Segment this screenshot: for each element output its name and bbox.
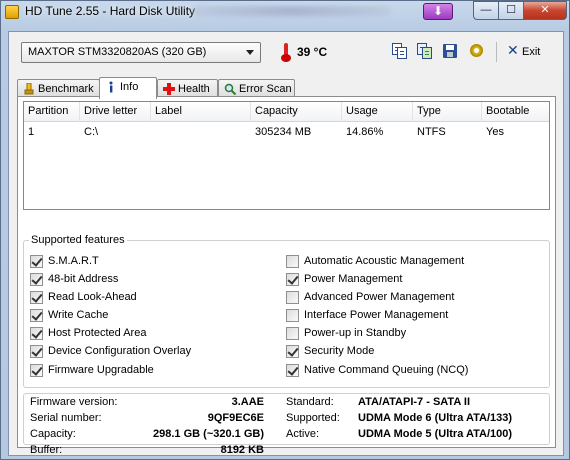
feature-label: Write Cache bbox=[48, 309, 109, 321]
partition-table[interactable]: Partition Drive letter Label Capacity Us… bbox=[23, 101, 550, 210]
info-icon bbox=[105, 81, 117, 93]
checkbox[interactable] bbox=[30, 309, 43, 322]
serial-label: Serial number: bbox=[30, 412, 102, 424]
title-bar[interactable]: HD Tune 2.55 - Hard Disk Utility ⬇ — ☐ ✕ bbox=[1, 1, 569, 23]
exit-button[interactable]: ✕ Exit bbox=[505, 42, 549, 62]
cell-type: NTFS bbox=[417, 126, 446, 138]
feature-label: Native Command Queuing (NCQ) bbox=[304, 364, 469, 376]
temperature-readout: 39 °C bbox=[297, 45, 328, 59]
column-capacity[interactable]: Capacity bbox=[251, 102, 342, 122]
checkbox[interactable] bbox=[286, 345, 299, 358]
client-area: MAXTOR STM3320820AS (320 GB) 39 °C ✕ Exi… bbox=[8, 31, 564, 456]
magnifier-icon bbox=[224, 83, 237, 96]
save-icon[interactable] bbox=[442, 43, 458, 59]
column-type[interactable]: Type bbox=[413, 102, 482, 122]
capacity-label: Capacity: bbox=[30, 428, 76, 440]
blurred-title-area bbox=[191, 6, 391, 16]
feature-label: Firmware Upgradable bbox=[48, 364, 154, 376]
column-partition[interactable]: Partition bbox=[24, 102, 80, 122]
buffer-label: Buffer: bbox=[30, 444, 63, 456]
feature-label: Power-up in Standby bbox=[304, 327, 407, 339]
tab-benchmark-label: Benchmark bbox=[38, 83, 94, 95]
maximize-button[interactable]: ☐ bbox=[498, 1, 524, 20]
exit-label: Exit bbox=[522, 46, 541, 58]
feature-label: Automatic Acoustic Management bbox=[304, 255, 465, 267]
feature-label: Host Protected Area bbox=[48, 327, 147, 339]
copy-text-icon[interactable] bbox=[392, 43, 408, 59]
active-label: Active: bbox=[286, 428, 320, 440]
thermometer-icon bbox=[281, 43, 291, 62]
supported-features-group: Supported features S.M.A.R.T 48-bit Addr… bbox=[23, 234, 550, 388]
app-icon bbox=[5, 5, 19, 19]
download-icon[interactable]: ⬇ bbox=[423, 3, 453, 20]
serial-value: 9QF9EC6E bbox=[207, 412, 264, 424]
capacity-value: 298.1 GB (~320.1 GB) bbox=[153, 428, 264, 440]
column-drive-letter[interactable]: Drive letter bbox=[80, 102, 151, 122]
checkbox[interactable] bbox=[286, 255, 299, 268]
checkbox[interactable] bbox=[30, 273, 43, 286]
feature-label: Advanced Power Management bbox=[304, 291, 455, 303]
checkbox[interactable] bbox=[286, 327, 299, 340]
cell-bootable: Yes bbox=[486, 126, 504, 138]
column-bootable[interactable]: Bootable bbox=[482, 102, 549, 122]
checkbox[interactable] bbox=[286, 309, 299, 322]
checkbox[interactable] bbox=[30, 327, 43, 340]
app-window: HD Tune 2.55 - Hard Disk Utility ⬇ — ☐ ✕… bbox=[0, 0, 570, 460]
checkbox[interactable] bbox=[30, 291, 43, 304]
active-value: UDMA Mode 5 (Ultra ATA/100) bbox=[358, 428, 513, 440]
tab-error-scan-label: Error Scan bbox=[239, 83, 292, 95]
supported-label: Supported: bbox=[286, 412, 340, 424]
benchmark-icon bbox=[23, 82, 35, 95]
cell-partition: 1 bbox=[28, 126, 35, 138]
tab-info-label: Info bbox=[120, 81, 139, 93]
drive-select-value: MAXTOR STM3320820AS (320 GB) bbox=[28, 46, 207, 58]
feature-label: 48-bit Address bbox=[48, 273, 119, 285]
chevron-down-icon bbox=[246, 50, 254, 55]
drive-info-group: Firmware version: 3.AAE Serial number: 9… bbox=[23, 393, 550, 456]
column-label[interactable]: Label bbox=[151, 102, 251, 122]
tab-info[interactable]: Info bbox=[99, 77, 157, 99]
feature-label: S.M.A.R.T bbox=[48, 255, 99, 267]
checkbox[interactable] bbox=[30, 345, 43, 358]
checkbox[interactable] bbox=[286, 273, 299, 286]
checkbox[interactable] bbox=[286, 291, 299, 304]
close-button[interactable]: ✕ bbox=[523, 1, 567, 20]
tab-health-label: Health bbox=[178, 83, 210, 95]
firmware-label: Firmware version: bbox=[30, 396, 118, 408]
standard-label: Standard: bbox=[286, 396, 334, 408]
supported-features-title: Supported features bbox=[29, 234, 127, 246]
options-icon[interactable] bbox=[469, 43, 485, 59]
checkbox[interactable] bbox=[30, 364, 43, 377]
feature-label: Read Look-Ahead bbox=[48, 291, 137, 303]
buffer-value: 8192 KB bbox=[220, 444, 264, 456]
firmware-value: 3.AAE bbox=[231, 396, 264, 408]
checkbox[interactable] bbox=[286, 364, 299, 377]
standard-value: ATA/ATAPI-7 - SATA II bbox=[358, 396, 471, 408]
column-usage[interactable]: Usage bbox=[342, 102, 413, 122]
cell-capacity: 305234 MB bbox=[255, 126, 312, 138]
info-panel: Partition Drive letter Label Capacity Us… bbox=[17, 96, 556, 456]
health-icon bbox=[163, 83, 175, 95]
drive-select[interactable]: MAXTOR STM3320820AS (320 GB) bbox=[21, 42, 261, 63]
cell-usage: 14.86% bbox=[346, 126, 384, 138]
window-title: HD Tune 2.55 - Hard Disk Utility bbox=[25, 4, 196, 18]
feature-label: Device Configuration Overlay bbox=[48, 345, 192, 357]
feature-label: Security Mode bbox=[304, 345, 375, 357]
feature-label: Power Management bbox=[304, 273, 403, 285]
checkbox[interactable] bbox=[30, 255, 43, 268]
feature-label: Interface Power Management bbox=[304, 309, 449, 321]
minimize-button[interactable]: — bbox=[473, 1, 499, 20]
supported-value: UDMA Mode 6 (Ultra ATA/133) bbox=[358, 412, 513, 424]
exit-icon: ✕ bbox=[507, 42, 519, 58]
copy-screenshot-icon[interactable] bbox=[417, 43, 433, 59]
cell-drive-letter: C:\ bbox=[84, 126, 99, 138]
toolbar-separator bbox=[496, 42, 497, 62]
table-header: Partition Drive letter Label Capacity Us… bbox=[24, 102, 549, 122]
